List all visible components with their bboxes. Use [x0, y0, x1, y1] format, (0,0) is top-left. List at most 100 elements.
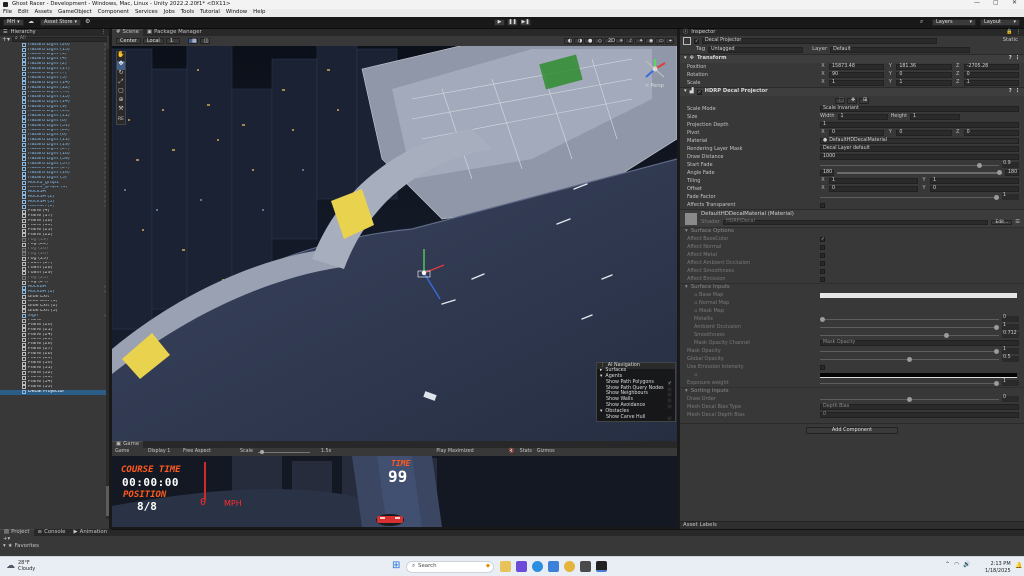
- mute-audio-icon[interactable]: 🔇: [509, 449, 515, 455]
- tab-console[interactable]: ≡ Console: [33, 529, 70, 536]
- show-avoidance-checkbox[interactable]: [667, 403, 672, 409]
- shading-icon[interactable]: ●: [584, 38, 593, 44]
- add-icon[interactable]: +▾: [2, 36, 10, 43]
- more-options-icon[interactable]: ⋮: [1016, 29, 1021, 35]
- layer-dropdown[interactable]: Default: [830, 47, 971, 53]
- affects-transparent-checkbox[interactable]: [820, 202, 825, 208]
- width-field[interactable]: 1: [837, 114, 888, 120]
- more-options-icon[interactable]: ⋮: [101, 29, 106, 35]
- stats-toggle[interactable]: Stats: [520, 449, 532, 455]
- tab-animation[interactable]: ▶ Animation: [69, 529, 112, 536]
- pause-button[interactable]: ❚❚: [507, 19, 518, 26]
- game-render[interactable]: COURSE TIME 00:00:00 POSITION 8/8 0 MPH …: [112, 456, 677, 527]
- decal-enabled-checkbox[interactable]: ✓: [696, 89, 702, 95]
- chevron-up-icon[interactable]: ⌃: [945, 562, 950, 568]
- minimize-button[interactable]: —: [974, 0, 980, 6]
- hierarchy-search-input[interactable]: ⌕ All: [12, 36, 107, 42]
- gizmo-toggle[interactable]: ◫: [199, 38, 210, 44]
- add-icon[interactable]: +▾: [3, 536, 10, 542]
- effects-icon[interactable]: ✦: [635, 38, 644, 44]
- rendering-layer-dropdown[interactable]: Decal Layer default: [820, 146, 1019, 152]
- show-carve-hull-checkbox[interactable]: [667, 415, 672, 421]
- pivot-y-field[interactable]: 0: [896, 130, 952, 136]
- position-x-field[interactable]: 15873.48: [829, 64, 885, 70]
- position-z-field[interactable]: -2705.28: [963, 64, 1019, 70]
- windows-start-icon[interactable]: ⊞: [392, 561, 400, 571]
- angle-fade-max-field[interactable]: 180: [1005, 170, 1019, 176]
- step-button[interactable]: ▶❚: [520, 19, 531, 26]
- edit-uv-icon[interactable]: ⊞: [859, 97, 869, 104]
- audio-icon[interactable]: ♪: [625, 38, 634, 44]
- metallic-value[interactable]: 0: [1002, 315, 1019, 322]
- texture-slot-icon[interactable]: ▫: [694, 372, 697, 378]
- active-checkbox[interactable]: ✓: [694, 38, 699, 44]
- shader-edit-button[interactable]: Edit...: [991, 220, 1013, 226]
- rotation-z-field[interactable]: 0: [963, 72, 1019, 78]
- favorites-foldout[interactable]: ▾ ★ Favorites: [0, 543, 1024, 550]
- tool-re-label[interactable]: RE: [117, 115, 125, 124]
- taskbar-clock[interactable]: 2:13 PM 1/18/2025: [985, 561, 1011, 574]
- add-component-button[interactable]: Add Component: [806, 427, 898, 434]
- camera-icon[interactable]: ▭: [655, 38, 664, 44]
- render-mode-icon[interactable]: ◑: [574, 38, 583, 44]
- smoothness-value[interactable]: 0.712: [1002, 331, 1019, 338]
- scale-z-field[interactable]: 1: [963, 80, 1019, 86]
- more-options-icon[interactable]: ☰: [1015, 219, 1020, 225]
- decal-projector-header[interactable]: ▾ ▟ ✓ HDRP Decal Projector ? ⋮: [680, 87, 1024, 96]
- asset-store-button[interactable]: Asset Store ▾: [40, 19, 81, 26]
- scale-mode-dropdown[interactable]: Scale Invariant: [820, 106, 1019, 112]
- tab-project[interactable]: ▤ Project: [0, 529, 34, 536]
- shader-dropdown[interactable]: HDRP/Decal: [723, 220, 989, 226]
- surface-option-checkbox[interactable]: [820, 244, 825, 250]
- surface-options-header[interactable]: ▾ Surface Options: [680, 227, 1024, 235]
- angle-fade-min-field[interactable]: 180: [820, 170, 834, 176]
- sorting-inputs-header[interactable]: ▾ Sorting Inputs: [680, 387, 1024, 395]
- outlook-icon[interactable]: [548, 561, 559, 572]
- file-explorer-icon[interactable]: [500, 561, 511, 572]
- menu-services[interactable]: Services: [135, 9, 158, 15]
- start-fade-value[interactable]: 0.9: [1002, 161, 1019, 168]
- search-icon[interactable]: ⌕: [920, 19, 928, 26]
- custom-tool-icon[interactable]: ⚒: [117, 106, 125, 115]
- show-path-polygons-checkbox[interactable]: ✓: [667, 380, 672, 386]
- mesh-bias-type-dropdown[interactable]: Depth Bias: [820, 404, 1019, 410]
- hierarchy-row[interactable]: Decal Projector: [0, 389, 109, 395]
- menu-gameobject[interactable]: GameObject: [58, 9, 92, 15]
- show-walls-checkbox[interactable]: [667, 398, 672, 404]
- rotation-y-field[interactable]: 0: [896, 72, 952, 78]
- metallic-slider[interactable]: 0: [820, 315, 1019, 322]
- edit-bounds-icon[interactable]: ⬚: [835, 97, 845, 104]
- angle-fade-range-slider[interactable]: [837, 170, 1002, 175]
- more-options-icon[interactable]: ⋮: [1015, 56, 1020, 61]
- help-icon[interactable]: ?: [1009, 56, 1012, 61]
- gizmos-icon[interactable]: ⌖: [665, 38, 674, 44]
- menu-tools[interactable]: Tools: [181, 9, 194, 15]
- mask-opacity-slider[interactable]: 1: [820, 347, 1019, 354]
- gizmos-toggle[interactable]: Gizmos: [537, 449, 555, 455]
- height-field[interactable]: 1: [910, 114, 960, 120]
- rotation-x-field[interactable]: 90: [829, 72, 885, 78]
- cloud-icon[interactable]: ☁: [28, 19, 36, 26]
- projection-depth-field[interactable]: 1: [820, 122, 1019, 128]
- asset-labels-bar[interactable]: Asset Labels: [680, 521, 1024, 529]
- store-icon[interactable]: [580, 561, 591, 572]
- material-field[interactable]: ● DefaultHDDecalMaterial: [820, 138, 1019, 144]
- hidden-objects-icon[interactable]: ◉: [645, 38, 654, 44]
- weather-widget[interactable]: ☁ 28°F Cloudy: [6, 560, 35, 573]
- menu-file[interactable]: File: [3, 9, 12, 15]
- surface-option-checkbox[interactable]: ✓: [820, 236, 825, 242]
- aspect-dropdown[interactable]: Free Aspect: [183, 449, 235, 455]
- pivot-local-toggle[interactable]: Local: [142, 38, 164, 44]
- material-header[interactable]: DefaultHDDecalMaterial (Material) Shader…: [680, 209, 1024, 227]
- texture-slot-icon[interactable]: ▫: [694, 292, 697, 298]
- mask-opacity-channel-dropdown[interactable]: Mask Opacity: [820, 340, 1019, 346]
- static-toggle[interactable]: Static: [1003, 37, 1018, 43]
- ambient-occlusion-slider[interactable]: 1: [820, 323, 1019, 330]
- surface-inputs-header[interactable]: ▾ Surface Inputs: [680, 283, 1024, 291]
- chrome-icon[interactable]: [564, 561, 575, 572]
- help-icon[interactable]: ?: [1009, 89, 1012, 94]
- show-path-query-nodes-checkbox[interactable]: [667, 386, 672, 392]
- layout-dropdown[interactable]: Layout ▾: [980, 19, 1020, 26]
- pivot-z-field[interactable]: 0: [963, 130, 1019, 136]
- unity-taskbar-icon[interactable]: [596, 561, 607, 572]
